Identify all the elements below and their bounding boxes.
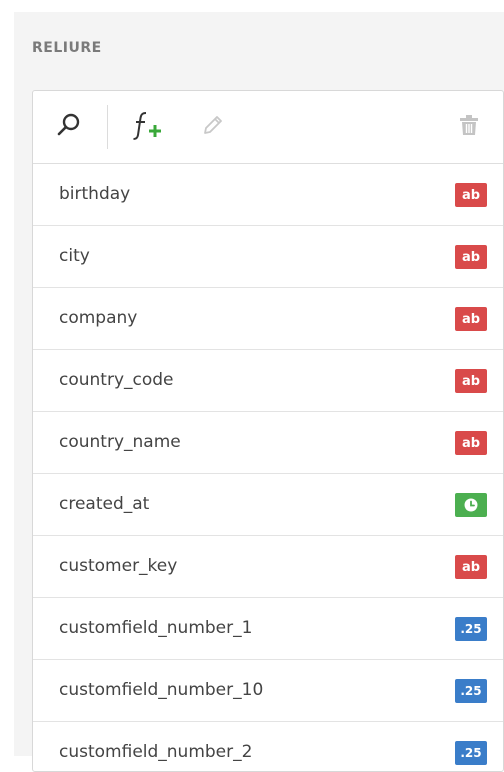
field-row[interactable]: company ab <box>33 288 503 350</box>
search-icon <box>56 112 82 142</box>
field-toolbar <box>33 91 503 164</box>
number-type-badge: .25 <box>455 617 487 641</box>
search-button[interactable] <box>51 109 87 145</box>
trash-icon <box>458 113 480 141</box>
field-name: country_name <box>59 432 181 452</box>
field-name: birthday <box>59 184 131 204</box>
field-name: customer_key <box>59 556 178 576</box>
field-name: company <box>59 308 138 328</box>
add-computed-field-button[interactable] <box>129 109 165 145</box>
field-list: birthday ab city ab company ab country_code ab c… <box>33 164 503 771</box>
clock-icon <box>455 493 487 517</box>
field-row[interactable]: city ab <box>33 226 503 288</box>
fields-panel: RELIURE birthday ab city ab company ab c… <box>14 12 504 772</box>
field-name: created_at <box>59 494 150 514</box>
delete-button[interactable] <box>451 109 487 145</box>
section-title: RELIURE <box>32 40 102 56</box>
field-name: customfield_number_2 <box>59 742 253 762</box>
field-list-card: birthday ab city ab company ab country_code ab c… <box>32 90 504 772</box>
text-type-badge: ab <box>455 307 487 331</box>
field-name: city <box>59 246 90 266</box>
edit-button[interactable] <box>195 109 231 145</box>
field-row[interactable]: birthday ab <box>33 164 503 226</box>
field-row[interactable]: created_at <box>33 474 503 536</box>
field-row[interactable]: customfield_number_10 .25 <box>33 660 503 722</box>
text-type-badge: ab <box>455 183 487 207</box>
text-type-badge: ab <box>455 369 487 393</box>
number-type-badge: .25 <box>455 679 487 703</box>
text-type-badge: ab <box>455 431 487 455</box>
field-row[interactable]: country_code ab <box>33 350 503 412</box>
field-row[interactable]: customer_key ab <box>33 536 503 598</box>
text-type-badge: ab <box>455 245 487 269</box>
number-type-badge: .25 <box>455 741 487 765</box>
field-name: customfield_number_10 <box>59 680 264 700</box>
text-type-badge: ab <box>455 555 487 579</box>
toolbar-divider <box>107 105 108 149</box>
function-add-icon <box>130 109 164 145</box>
pencil-icon <box>201 113 225 141</box>
field-name: country_code <box>59 370 174 390</box>
field-row[interactable]: customfield_number_2 .25 <box>33 722 503 771</box>
field-row[interactable]: customfield_number_1 .25 <box>33 598 503 660</box>
field-row[interactable]: country_name ab <box>33 412 503 474</box>
field-name: customfield_number_1 <box>59 618 253 638</box>
